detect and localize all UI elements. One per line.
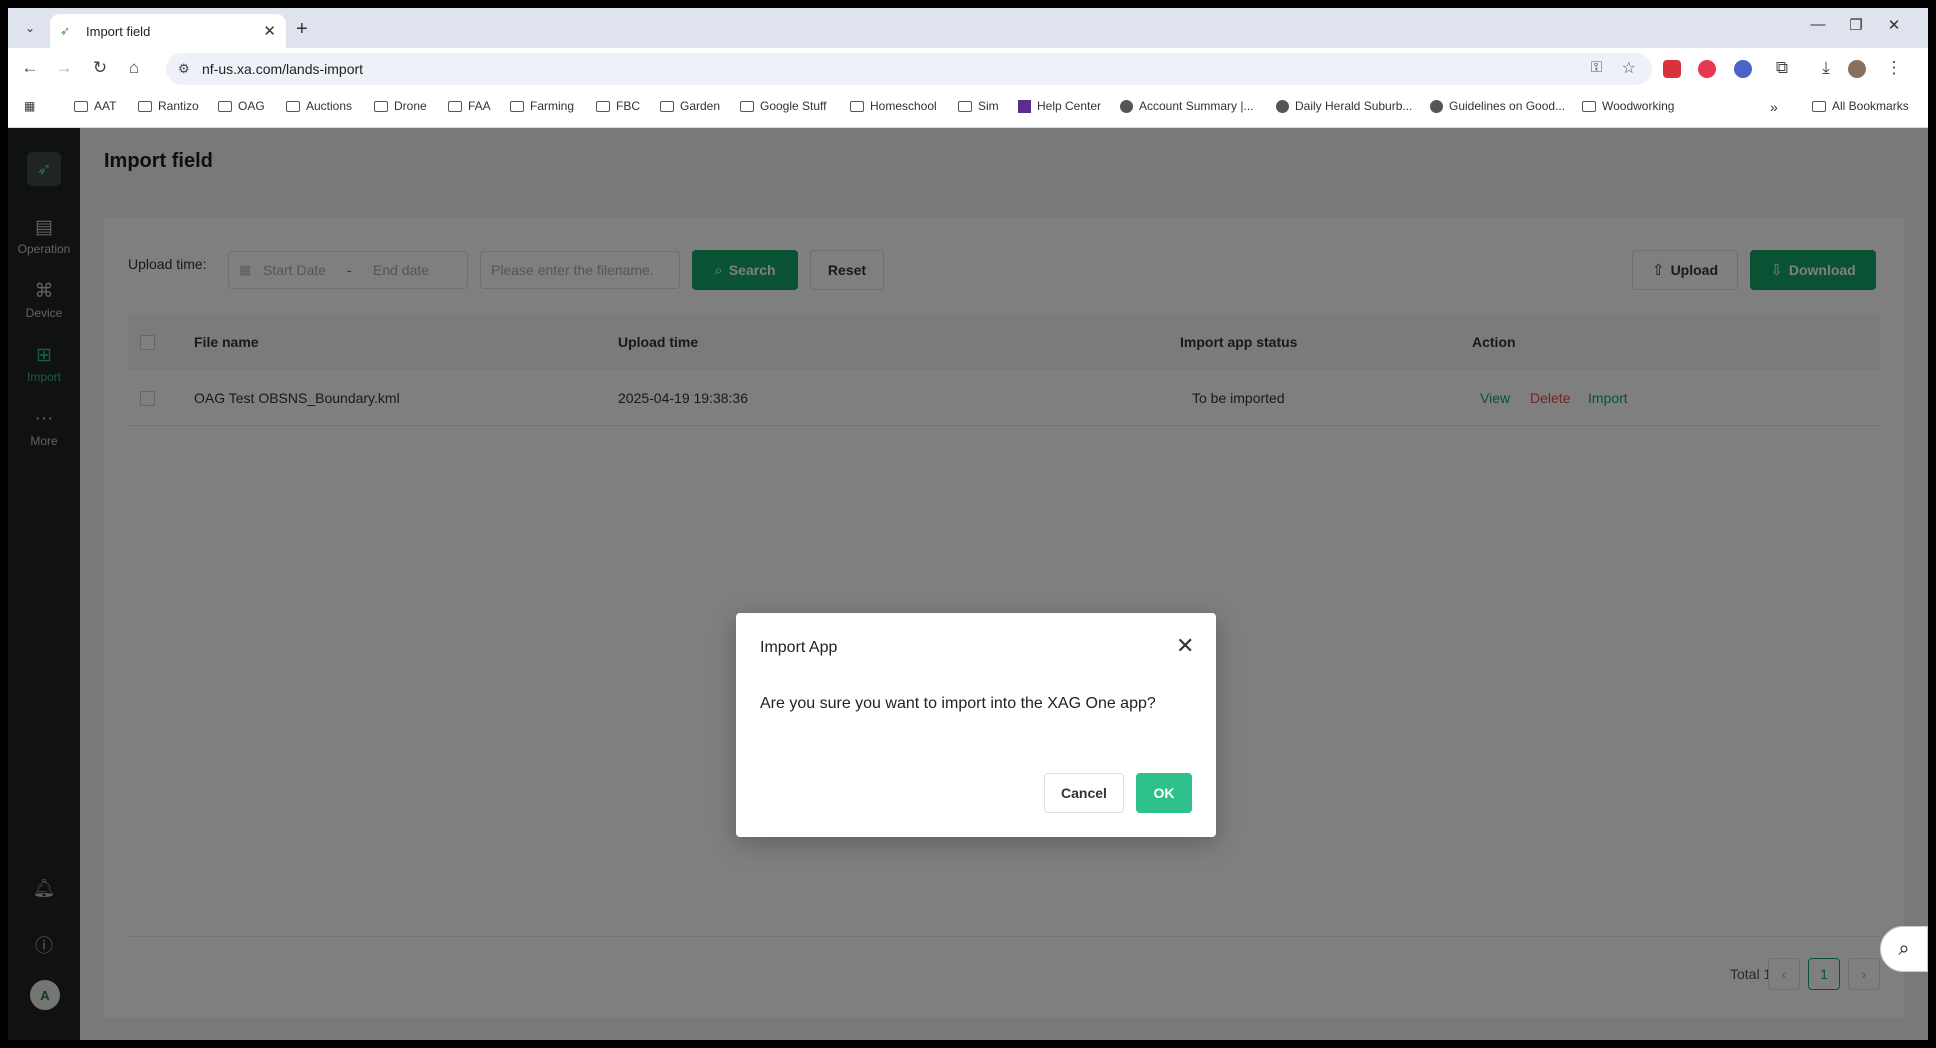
bookmark-link[interactable]: Guidelines on Good... — [1430, 99, 1565, 113]
folder-icon — [1582, 100, 1596, 112]
folder-icon — [510, 100, 524, 112]
xag-favicon-icon: ➶ — [60, 24, 71, 38]
restore-icon[interactable]: ❐ — [1846, 16, 1866, 34]
help-center-favicon-icon — [1018, 99, 1031, 113]
downloads-icon[interactable]: ⤓ — [1814, 58, 1838, 78]
bookmark-folder[interactable]: Google Stuff — [740, 99, 827, 113]
dialog-message: Are you sure you want to import into the… — [760, 695, 1156, 712]
tab-close-icon[interactable]: ✕ — [263, 22, 276, 40]
extensions-puzzle-icon[interactable]: ⧉ — [1770, 58, 1794, 78]
folder-icon — [374, 100, 388, 112]
folder-icon — [740, 100, 754, 112]
new-tab-icon[interactable]: + — [296, 18, 308, 41]
folder-icon — [74, 100, 88, 112]
all-bookmarks[interactable]: All Bookmarks — [1812, 99, 1909, 113]
folder-icon — [286, 100, 300, 112]
folder-icon — [138, 100, 152, 112]
bookmark-folder[interactable]: Drone — [374, 99, 427, 113]
bookmark-folder[interactable]: Farming — [510, 99, 574, 113]
folder-icon — [660, 100, 674, 112]
globe-icon — [1430, 99, 1443, 113]
browser-tab-active[interactable]: ➶ Import field ✕ — [50, 14, 286, 48]
tab-search-chevron-icon[interactable]: ⌄ — [18, 16, 42, 40]
folder-icon — [1812, 100, 1826, 112]
bookmark-folder[interactable]: Homeschool — [850, 99, 937, 113]
bookmarks-bar: ▦ AAT Rantizo OAG Auctions Drone FAA Far… — [8, 90, 1928, 128]
bookmarks-overflow-icon[interactable]: » — [1770, 99, 1778, 115]
site-info-icon[interactable]: ⚙ — [178, 61, 190, 77]
app-root: ➶ ▤ Operation ⌘ Device ⊞ Import ··· More… — [8, 128, 1928, 1040]
folder-icon — [218, 100, 232, 112]
extension-circle-icon[interactable] — [1698, 60, 1716, 78]
dialog-title: Import App — [760, 639, 838, 656]
floating-zoom-icon[interactable]: ⌕ — [1880, 926, 1928, 972]
bookmark-star-icon[interactable]: ☆ — [1622, 58, 1636, 78]
bookmark-folder[interactable]: Garden — [660, 99, 720, 113]
folder-icon — [850, 100, 864, 112]
forward-icon[interactable]: → — [52, 58, 76, 78]
extension-red-icon[interactable] — [1663, 60, 1681, 78]
url-text: nf-us.xa.com/lands-import — [202, 61, 364, 77]
address-bar[interactable]: ⚙ nf-us.xa.com/lands-import ⚿ ☆ — [166, 53, 1652, 85]
folder-icon — [596, 100, 610, 112]
back-icon[interactable]: ← — [18, 58, 42, 78]
window-close-icon[interactable]: ✕ — [1884, 16, 1904, 34]
globe-icon — [1120, 99, 1133, 113]
browser-toolbar: ← → ↻ ⌂ ⚙ nf-us.xa.com/lands-import ⚿ ☆ … — [8, 48, 1928, 90]
minimize-icon[interactable]: — — [1808, 16, 1828, 33]
modal-backdrop[interactable] — [8, 128, 1928, 1040]
home-icon[interactable]: ⌂ — [122, 58, 146, 78]
extension-blue-icon[interactable] — [1734, 60, 1752, 78]
bookmark-folder[interactable]: FBC — [596, 99, 640, 113]
profile-avatar[interactable] — [1848, 60, 1866, 78]
bookmark-folder[interactable]: Rantizo — [138, 99, 199, 113]
bookmark-folder[interactable]: Sim — [958, 99, 999, 113]
bookmark-folder[interactable]: OAG — [218, 99, 265, 113]
close-icon[interactable]: ✕ — [1176, 635, 1194, 657]
bookmark-link[interactable]: Account Summary |... — [1120, 99, 1254, 113]
bookmark-folder[interactable]: Woodworking — [1582, 99, 1674, 113]
ok-button[interactable]: OK — [1136, 773, 1192, 813]
tab-title: Import field — [86, 23, 151, 39]
tab-strip: ⌄ ➶ Import field ✕ + — ❐ ✕ — [8, 8, 1928, 48]
bookmark-folder[interactable]: FAA — [448, 99, 491, 113]
browser-chrome: ⌄ ➶ Import field ✕ + — ❐ ✕ ← → ↻ ⌂ ⚙ nf-… — [8, 8, 1928, 128]
daily-herald-favicon-icon — [1276, 99, 1289, 113]
folder-icon — [448, 100, 462, 112]
bookmark-link[interactable]: Daily Herald Suburb... — [1276, 99, 1412, 113]
password-key-icon[interactable]: ⚿ — [1591, 59, 1602, 76]
reload-icon[interactable]: ↻ — [88, 58, 112, 78]
folder-icon — [958, 100, 972, 112]
import-app-dialog: Import App ✕ Are you sure you want to im… — [736, 613, 1216, 837]
browser-menu-icon[interactable]: ⋮ — [1882, 58, 1906, 78]
bookmark-folder[interactable]: Auctions — [286, 99, 352, 113]
bookmark-link[interactable]: Help Center — [1018, 99, 1101, 113]
apps-grid-icon[interactable]: ▦ — [24, 99, 35, 113]
bookmark-folder[interactable]: AAT — [74, 99, 116, 113]
cancel-button[interactable]: Cancel — [1044, 773, 1124, 813]
